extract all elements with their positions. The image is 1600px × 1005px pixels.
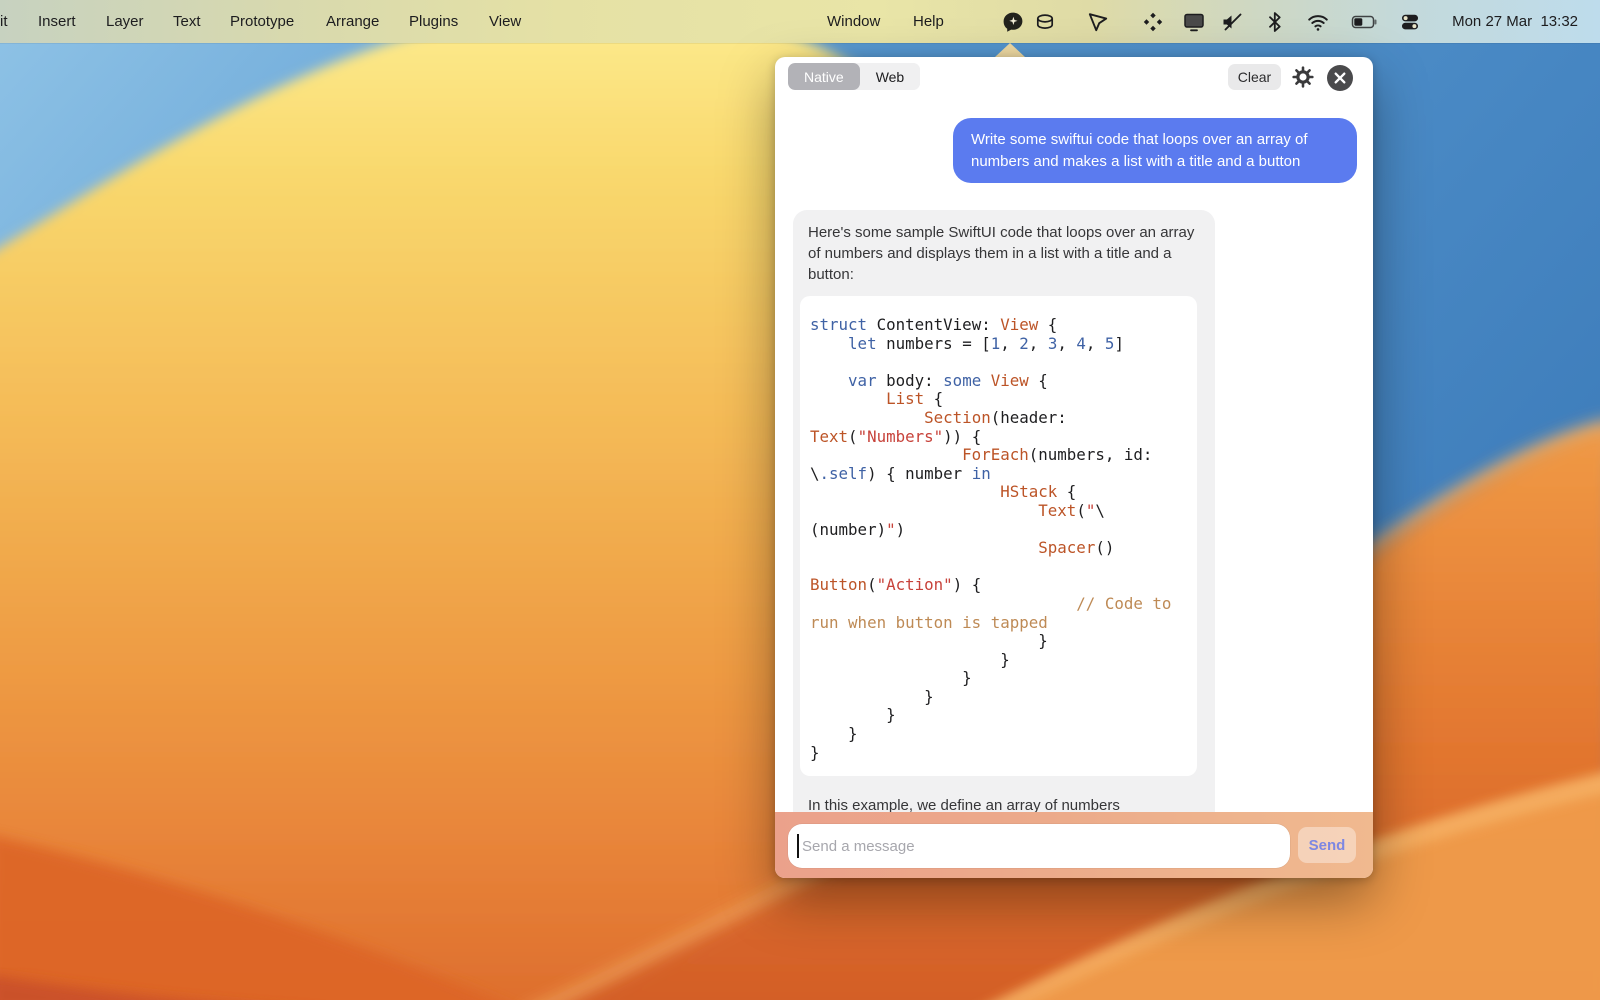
- code-line: Spacer(): [810, 539, 1187, 558]
- code-line: }: [810, 669, 1187, 688]
- control-center-icon[interactable]: [1398, 10, 1422, 34]
- menu-bar: it Insert Layer Text Prototype Arrange Plugins…: [0, 0, 1600, 43]
- code-line: \.self) { number in: [810, 465, 1187, 484]
- menu-item-view[interactable]: View: [489, 0, 521, 43]
- code-line: }: [810, 632, 1187, 651]
- apps-diamonds-icon[interactable]: [1141, 10, 1165, 34]
- code-line: }: [810, 688, 1187, 707]
- menu-item-insert[interactable]: Insert: [38, 0, 76, 43]
- code-line: // Code to: [810, 595, 1187, 614]
- code-line: Text("\: [810, 502, 1187, 521]
- code-line: HStack {: [810, 483, 1187, 502]
- menu-item-layer[interactable]: Layer: [106, 0, 144, 43]
- code-line: let numbers = [1, 2, 3, 4, 5]: [810, 335, 1187, 354]
- menu-item-it[interactable]: it: [0, 0, 8, 43]
- assistant-intro-text: Here's some sample SwiftUI code that loo…: [808, 222, 1200, 285]
- assistant-outro-text: In this example, we define an array of n…: [808, 795, 1200, 812]
- menu-item-arrange[interactable]: Arrange: [326, 0, 379, 43]
- clear-button[interactable]: Clear: [1228, 64, 1281, 90]
- menu-item-prototype[interactable]: Prototype: [230, 0, 294, 43]
- gear-icon[interactable]: [1292, 66, 1314, 88]
- code-line: }: [810, 706, 1187, 725]
- chat-app-icon[interactable]: [1001, 10, 1025, 34]
- close-icon[interactable]: [1327, 65, 1353, 91]
- code-block: struct ContentView: View { let numbers =…: [800, 296, 1197, 776]
- battery-icon[interactable]: [1351, 10, 1379, 34]
- chat-scroll-area[interactable]: Write some swiftui code that loops over …: [775, 97, 1373, 812]
- tab-native[interactable]: Native: [788, 63, 860, 90]
- chat-popover: NativeWeb Clear Write some swiftui code …: [775, 57, 1373, 878]
- code-line: struct ContentView: View {: [810, 316, 1187, 335]
- bluetooth-icon[interactable]: [1263, 10, 1287, 34]
- send-button[interactable]: Send: [1298, 827, 1356, 863]
- code-line: (number)"): [810, 521, 1187, 540]
- native-web-segmented-control: NativeWeb: [788, 63, 920, 90]
- code-line: run when button is tapped: [810, 614, 1187, 633]
- code-line: Button("Action") {: [810, 576, 1187, 595]
- text-caret: [797, 834, 799, 858]
- popover-arrow: [995, 43, 1025, 57]
- code-line: Text("Numbers")) {: [810, 428, 1187, 447]
- send-cursor-icon[interactable]: [1086, 10, 1110, 34]
- code-line: }: [810, 725, 1187, 744]
- code-line: }: [810, 651, 1187, 670]
- menu-item-window[interactable]: Window: [827, 0, 880, 43]
- menubar-clock[interactable]: Mon 27 Mar 13:32: [1452, 0, 1578, 43]
- user-message-bubble: Write some swiftui code that loops over …: [953, 118, 1357, 183]
- code-line: Section(header:: [810, 409, 1187, 428]
- composer-bar: Send: [775, 812, 1373, 878]
- display-icon[interactable]: [1182, 10, 1206, 34]
- code-line: }: [810, 744, 1187, 763]
- wifi-icon[interactable]: [1306, 10, 1330, 34]
- message-input[interactable]: [788, 824, 1290, 868]
- code-line: var body: some View {: [810, 372, 1187, 391]
- mute-icon[interactable]: [1220, 10, 1244, 34]
- code-line: [810, 353, 1187, 372]
- menu-item-plugins[interactable]: Plugins: [409, 0, 458, 43]
- tab-web[interactable]: Web: [860, 63, 921, 90]
- database-icon[interactable]: [1033, 10, 1057, 34]
- menu-item-help[interactable]: Help: [913, 0, 944, 43]
- menu-item-text[interactable]: Text: [173, 0, 201, 43]
- code-line: List {: [810, 390, 1187, 409]
- assistant-message-bubble: Here's some sample SwiftUI code that loo…: [793, 210, 1215, 812]
- code-line: [810, 558, 1187, 577]
- code-line: ForEach(numbers, id:: [810, 446, 1187, 465]
